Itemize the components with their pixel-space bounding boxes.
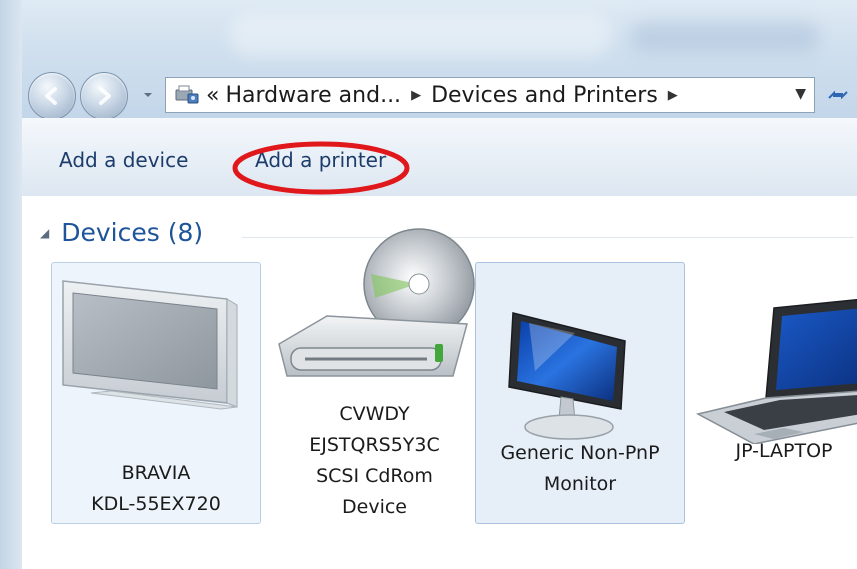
cdrom-drive-icon (278, 228, 475, 377)
device-label: BRAVIA (121, 462, 191, 484)
device-label: SCSI CdRom (316, 465, 433, 487)
device-label: Generic Non-PnP (500, 442, 660, 464)
command-bar: Add a device Add a printer (22, 118, 857, 197)
devices-printers-icon (174, 84, 200, 106)
tv-icon (62, 280, 238, 410)
device-label: Monitor (543, 473, 617, 495)
monitor-icon (508, 312, 626, 440)
back-arrow-icon (45, 87, 57, 105)
collapse-triangle-icon[interactable]: ◢ (40, 226, 49, 240)
address-bar[interactable]: « Hardware and... ▶ Devices and Printers… (165, 77, 815, 113)
device-label: JP-LAPTOP (735, 440, 833, 462)
device-label: EJSTQRS5Y3C (309, 434, 440, 456)
forward-arrow-icon (99, 87, 111, 105)
breadcrumb-separator-icon[interactable]: ▶ (668, 88, 678, 103)
breadcrumb-devices-printers[interactable]: Devices and Printers (431, 83, 658, 108)
recent-pages-button[interactable] (141, 87, 155, 103)
refresh-icon (827, 90, 848, 100)
device-item-bravia[interactable]: BRAVIA KDL-55EX720 (51, 262, 261, 524)
address-dropdown-icon[interactable]: ▼ (795, 86, 806, 102)
device-label: Device (342, 496, 407, 518)
group-title: Devices (8) (61, 218, 204, 247)
laptop-icon (695, 298, 857, 444)
breadcrumb-separator-icon[interactable]: ▶ (411, 88, 421, 103)
breadcrumb-hardware[interactable]: Hardware and... (225, 83, 401, 108)
window-left-edge (0, 0, 22, 569)
group-header-devices[interactable]: ◢ Devices (8) (40, 218, 203, 247)
device-label: KDL-55EX720 (91, 493, 221, 515)
device-item-monitor[interactable]: Generic Non-PnP Monitor (475, 262, 685, 524)
background-blur (630, 22, 820, 52)
chevron-down-icon (144, 93, 152, 97)
breadcrumb-overflow[interactable]: « (206, 83, 219, 108)
back-button[interactable] (28, 72, 76, 120)
device-item-laptop[interactable]: JP-LAPTOP (694, 262, 857, 524)
add-device-button[interactable]: Add a device (59, 148, 188, 172)
device-list: ◢ Devices (8) BRAVIA KDL-55EX720 CVWDY E… (22, 196, 857, 569)
background-blur (230, 14, 610, 58)
red-annotation-ellipse (232, 141, 410, 195)
device-item-cdrom[interactable]: CVWDY EJSTQRS5Y3C SCSI CdRom Device (267, 228, 482, 523)
forward-button[interactable] (80, 72, 128, 120)
refresh-button[interactable] (818, 80, 857, 110)
device-label: CVWDY (339, 403, 410, 425)
